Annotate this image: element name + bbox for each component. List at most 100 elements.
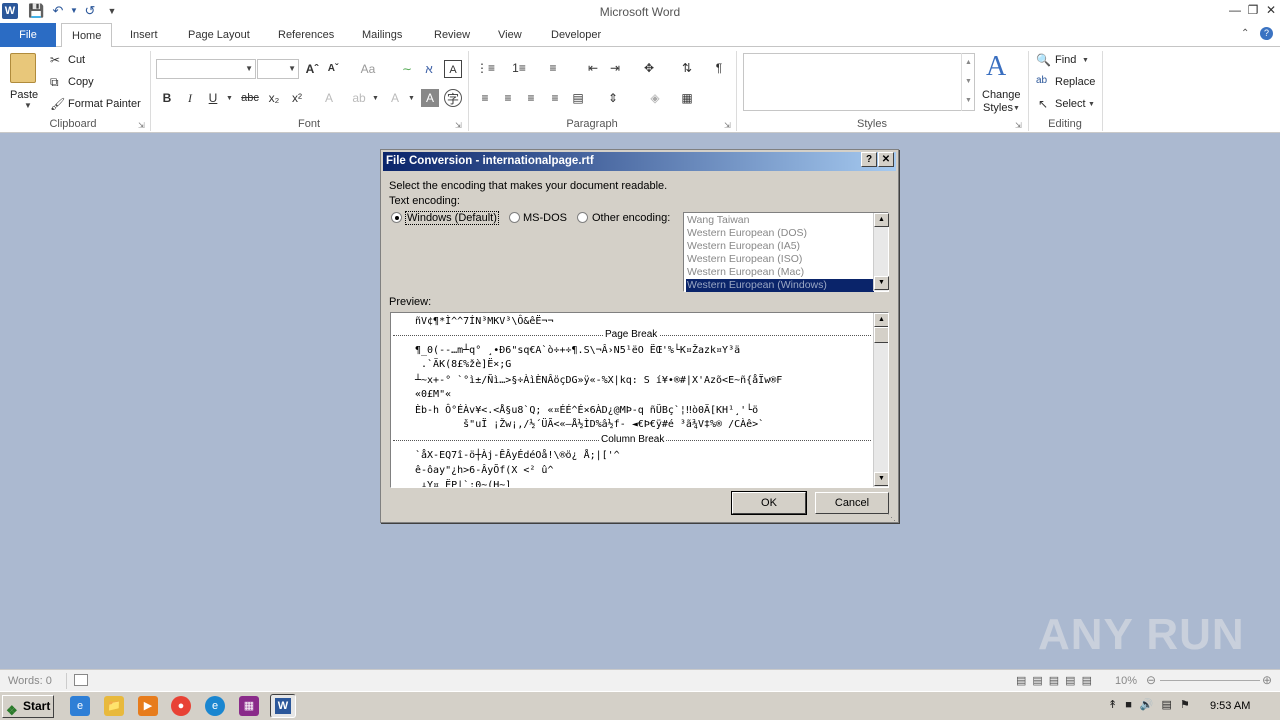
character-shading-icon[interactable]: A (421, 89, 439, 107)
increase-indent-icon[interactable]: ⇥ (606, 59, 624, 77)
tab-file[interactable]: File (0, 23, 56, 47)
format-painter-button[interactable]: Format Painter (68, 98, 141, 110)
strikethrough-button[interactable]: abc (238, 89, 262, 107)
font-size-combo[interactable]: ▼ (257, 59, 299, 79)
scroll-up-icon[interactable]: ▲ (874, 213, 889, 227)
clock[interactable]: 9:53 AM (1210, 700, 1250, 712)
align-left-icon[interactable]: ≡ (476, 89, 494, 107)
change-styles-label-1[interactable]: Change (982, 89, 1021, 101)
grow-font-button[interactable]: Aˆ (303, 60, 321, 78)
radio-ms-dos[interactable] (509, 212, 520, 223)
find-button[interactable]: Find (1055, 54, 1076, 66)
shrink-font-button[interactable]: Aˇ (324, 60, 342, 78)
word-count[interactable]: Words: 0 (8, 675, 52, 687)
paragraph-launcher-icon[interactable]: ⇲ (724, 121, 731, 130)
align-center-icon[interactable]: ≡ (499, 89, 517, 107)
tab-review[interactable]: Review (424, 23, 480, 47)
change-case-button[interactable]: Aa (356, 60, 380, 78)
tab-home[interactable]: Home (61, 23, 113, 48)
paste-dropdown-icon[interactable]: ▼ (24, 101, 32, 110)
close-button[interactable]: ✕ (1262, 2, 1280, 18)
encoding-option[interactable]: Western European (Mac) (686, 266, 874, 279)
shading-icon[interactable]: ◈ (646, 89, 664, 107)
sort-icon[interactable]: ⇅ (678, 59, 696, 77)
tab-mailings[interactable]: Mailings (352, 23, 412, 47)
start-button[interactable]: ❖ Start (2, 695, 54, 718)
resize-grip-icon[interactable]: ⋱ (887, 512, 896, 523)
show-hide-marks-icon[interactable]: ¶ (710, 59, 728, 77)
proofing-icon[interactable] (74, 674, 88, 686)
tab-insert[interactable]: Insert (120, 23, 168, 47)
zoom-in-icon[interactable]: ⊕ (1262, 673, 1272, 687)
radio-other-encoding-label[interactable]: Other encoding: (592, 212, 670, 224)
highlight-dropdown-icon[interactable]: ▼ (372, 95, 379, 102)
encoding-scrollbar[interactable]: ▲ ▼ (873, 213, 889, 291)
explorer-icon[interactable]: 📁 (104, 696, 124, 716)
minimize-button[interactable]: — (1226, 2, 1244, 18)
text-effects-icon[interactable]: A (320, 89, 338, 107)
highlight-color-icon[interactable]: ab (350, 89, 368, 107)
scroll-down-icon[interactable]: ▼ (874, 276, 889, 290)
align-right-icon[interactable]: ≡ (522, 89, 540, 107)
character-border-icon[interactable]: A (444, 60, 462, 78)
encoding-option[interactable]: Western European (IA5) (686, 240, 874, 253)
styles-launcher-icon[interactable]: ⇲ (1015, 121, 1022, 130)
encoding-option[interactable]: Wang Taiwan (686, 214, 874, 227)
clipboard-launcher-icon[interactable]: ⇲ (138, 121, 145, 130)
edge-icon[interactable]: e (205, 696, 225, 716)
clear-formatting-icon[interactable]: ∼ (398, 60, 416, 78)
bullets-icon[interactable]: ⋮≡ (476, 59, 495, 77)
scroll-thumb[interactable] (874, 327, 888, 343)
chrome-icon[interactable]: ● (171, 696, 191, 716)
change-styles-icon[interactable]: A (986, 51, 1006, 83)
borders-icon[interactable]: ▦ (678, 89, 696, 107)
encoding-option[interactable]: Western European (DOS) (686, 227, 874, 240)
radio-windows-default[interactable] (391, 212, 402, 223)
underline-button[interactable]: U (204, 89, 222, 107)
dialog-close-button[interactable]: ✕ (878, 152, 894, 167)
enclose-characters-icon[interactable]: 字 (444, 89, 462, 107)
justify-icon[interactable]: ≡ (546, 89, 564, 107)
tray-icons[interactable]: ↟■🔊▤⚑ (1108, 698, 1198, 711)
select-dropdown-icon[interactable]: ▼ (1088, 101, 1095, 108)
superscript-button[interactable]: x² (288, 89, 306, 107)
word-taskbar-button[interactable]: W (270, 694, 296, 718)
subscript-button[interactable]: x₂ (265, 89, 283, 107)
restore-button[interactable]: ❐ (1244, 2, 1262, 18)
encoding-option[interactable]: Western European (ISO) (686, 253, 874, 266)
change-styles-label-2[interactable]: Styles (983, 102, 1013, 114)
zoom-out-icon[interactable]: ⊖ (1146, 673, 1156, 687)
styles-gallery[interactable] (743, 53, 975, 111)
asian-layout-icon[interactable]: ✥ (640, 59, 658, 77)
distributed-icon[interactable]: ▤ (569, 89, 587, 107)
view-buttons-icon[interactable]: ▤▤▤▤▤ (1016, 674, 1098, 687)
tab-developer[interactable]: Developer (541, 23, 611, 47)
select-button[interactable]: Select (1055, 98, 1086, 110)
italic-button[interactable]: I (181, 89, 199, 107)
radio-windows-default-label[interactable]: Windows (Default) (405, 211, 499, 225)
font-family-combo[interactable]: ▼ (156, 59, 256, 79)
cut-button[interactable]: Cut (68, 54, 85, 66)
numbering-icon[interactable]: 1≡ (510, 59, 528, 77)
line-spacing-icon[interactable]: ⇕ (604, 89, 622, 107)
underline-dropdown-icon[interactable]: ▼ (226, 95, 233, 102)
replace-button[interactable]: Replace (1055, 76, 1095, 88)
find-dropdown-icon[interactable]: ▼ (1082, 57, 1089, 64)
dialog-help-button[interactable]: ? (861, 152, 877, 167)
font-color-icon[interactable]: A (386, 89, 404, 107)
scroll-down-icon[interactable]: ▼ (874, 472, 888, 486)
preview-scrollbar[interactable]: ▲ ▼ (873, 313, 888, 487)
zoom-level[interactable]: 10% (1115, 675, 1137, 687)
decrease-indent-icon[interactable]: ⇤ (584, 59, 602, 77)
tab-view[interactable]: View (488, 23, 532, 47)
radio-ms-dos-label[interactable]: MS-DOS (523, 212, 567, 224)
copy-button[interactable]: Copy (68, 76, 94, 88)
encoding-option-selected[interactable]: Western European (Windows) (686, 279, 874, 292)
ok-button[interactable]: OK (731, 491, 807, 515)
tab-page-layout[interactable]: Page Layout (178, 23, 260, 47)
bold-button[interactable]: B (158, 89, 176, 107)
tab-references[interactable]: References (268, 23, 344, 47)
paste-button[interactable]: Paste (10, 89, 38, 101)
cancel-button[interactable]: Cancel (815, 492, 889, 514)
phonetic-guide-icon[interactable]: א (420, 60, 438, 78)
